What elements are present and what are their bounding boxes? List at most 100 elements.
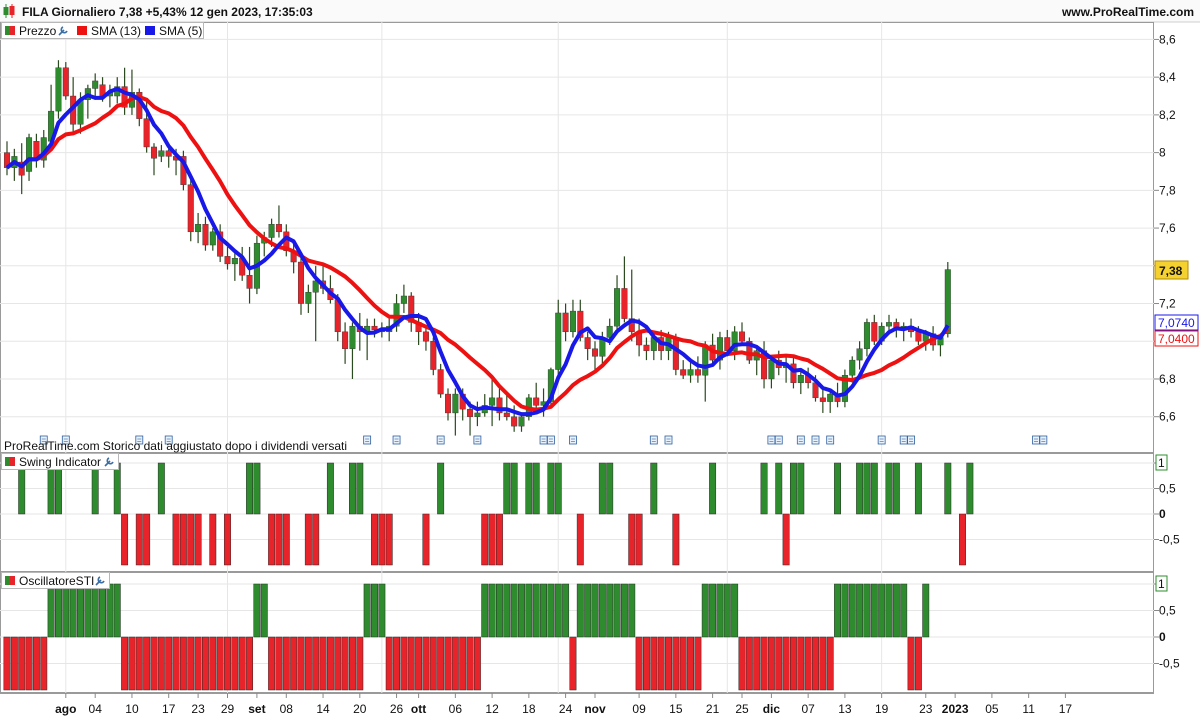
osc-bar	[363, 583, 371, 638]
document-icon[interactable]	[392, 435, 401, 445]
document-icon[interactable]	[1032, 435, 1040, 445]
swing-bar	[437, 462, 445, 515]
x-tick-label: 24	[559, 702, 573, 716]
candle-body	[209, 231, 216, 246]
swing-legend-label: Swing Indicator	[19, 455, 101, 469]
candle-body	[143, 118, 150, 148]
swing-bar	[349, 462, 356, 515]
x-tick-label: 18	[522, 702, 536, 716]
document-icon[interactable]	[899, 435, 908, 445]
osc-bar	[113, 583, 121, 638]
document-icon[interactable]	[796, 435, 805, 445]
candle-body	[518, 416, 525, 427]
swing-bar	[525, 462, 533, 515]
osc-bar	[657, 636, 665, 691]
document-icon[interactable]	[363, 435, 372, 445]
osc-bar	[635, 636, 643, 691]
osc-bar	[679, 636, 687, 691]
document-icon[interactable]	[774, 435, 783, 445]
osc-bar	[753, 636, 761, 691]
x-axis: ago 04 10 17 23 29 set 08 14 20 26 ott 06 12 18 24 nov 09…	[55, 693, 1072, 716]
osc-bar	[620, 583, 628, 638]
document-icon[interactable]	[569, 435, 577, 445]
x-tick-label: 19	[875, 702, 889, 716]
document-icon[interactable]	[767, 435, 776, 445]
candle-body	[150, 146, 157, 159]
price-tick-label: 8,6	[1159, 32, 1176, 46]
swing-bar	[532, 462, 540, 515]
osc-bar	[878, 583, 886, 638]
osc-bar	[341, 636, 349, 691]
document-icon[interactable]	[877, 435, 886, 445]
osc-bar	[238, 636, 246, 691]
swing-bar	[628, 513, 636, 566]
document-icon[interactable]	[907, 435, 915, 445]
osc-bar	[40, 636, 48, 691]
candle-body	[849, 359, 856, 376]
osc-bar	[69, 583, 77, 638]
price-candle	[3, 141, 10, 176]
swing-bar	[113, 462, 121, 515]
osc-bar	[268, 636, 276, 691]
price-candle	[841, 369, 848, 408]
osc-bar	[326, 636, 334, 691]
price-candle	[592, 341, 599, 370]
candle-body	[555, 312, 562, 370]
osc-bar	[194, 636, 202, 691]
swing-bar	[194, 513, 202, 566]
swing-bar	[598, 462, 606, 515]
candle-body	[503, 412, 510, 417]
osc-bar	[797, 636, 805, 691]
swing-bar	[179, 513, 187, 566]
price-candle	[680, 360, 687, 379]
osc-bar	[143, 636, 151, 691]
osc-bar	[407, 636, 415, 691]
candle-body	[342, 331, 349, 349]
document-icon[interactable]	[826, 435, 835, 445]
swing-bar	[863, 462, 871, 515]
x-tick-label: nov	[584, 702, 606, 716]
price-candle	[400, 284, 407, 313]
osc-bar	[106, 583, 114, 638]
candle-body	[452, 393, 459, 414]
document-icon[interactable]	[473, 435, 482, 445]
osc-bar	[282, 636, 290, 691]
candle-body	[672, 337, 679, 370]
osc-bar	[856, 583, 864, 638]
osc-bar	[349, 636, 356, 691]
osc-bar	[767, 636, 775, 691]
osc-bar	[297, 636, 305, 691]
osc-bar	[569, 636, 577, 691]
candle-body	[202, 224, 209, 246]
swing-bar	[326, 462, 334, 515]
price-candle	[761, 341, 768, 389]
swing-bar	[481, 513, 489, 566]
osc-bar	[150, 636, 158, 691]
x-tick-label: 2023	[942, 702, 969, 716]
swing-bar	[282, 513, 290, 566]
osc-bar	[246, 636, 254, 691]
document-icon[interactable]	[547, 435, 555, 445]
swing-bar	[304, 513, 312, 566]
osc-bar	[25, 636, 33, 691]
osc-bar	[503, 583, 511, 638]
swing-bar	[135, 513, 143, 566]
candle-body	[680, 369, 687, 376]
candle-body	[422, 331, 429, 342]
site-link[interactable]: www.ProRealTime.com	[1061, 5, 1194, 19]
price-legend-swatch	[5, 26, 10, 35]
document-icon[interactable]	[811, 435, 820, 445]
document-icon[interactable]	[649, 435, 658, 445]
osc-bar	[84, 583, 92, 638]
x-tick-label: 13	[838, 702, 852, 716]
swing-bar	[510, 462, 518, 515]
price-candle	[819, 388, 826, 413]
x-tick-label: 10	[125, 702, 139, 716]
osc-bar	[415, 636, 423, 691]
swing-bar	[209, 513, 217, 566]
document-icon[interactable]	[436, 435, 445, 445]
document-icon[interactable]	[664, 435, 673, 445]
document-icon[interactable]	[539, 435, 548, 445]
price-tick-label: 7,6	[1159, 221, 1176, 235]
document-icon[interactable]	[1039, 435, 1048, 445]
